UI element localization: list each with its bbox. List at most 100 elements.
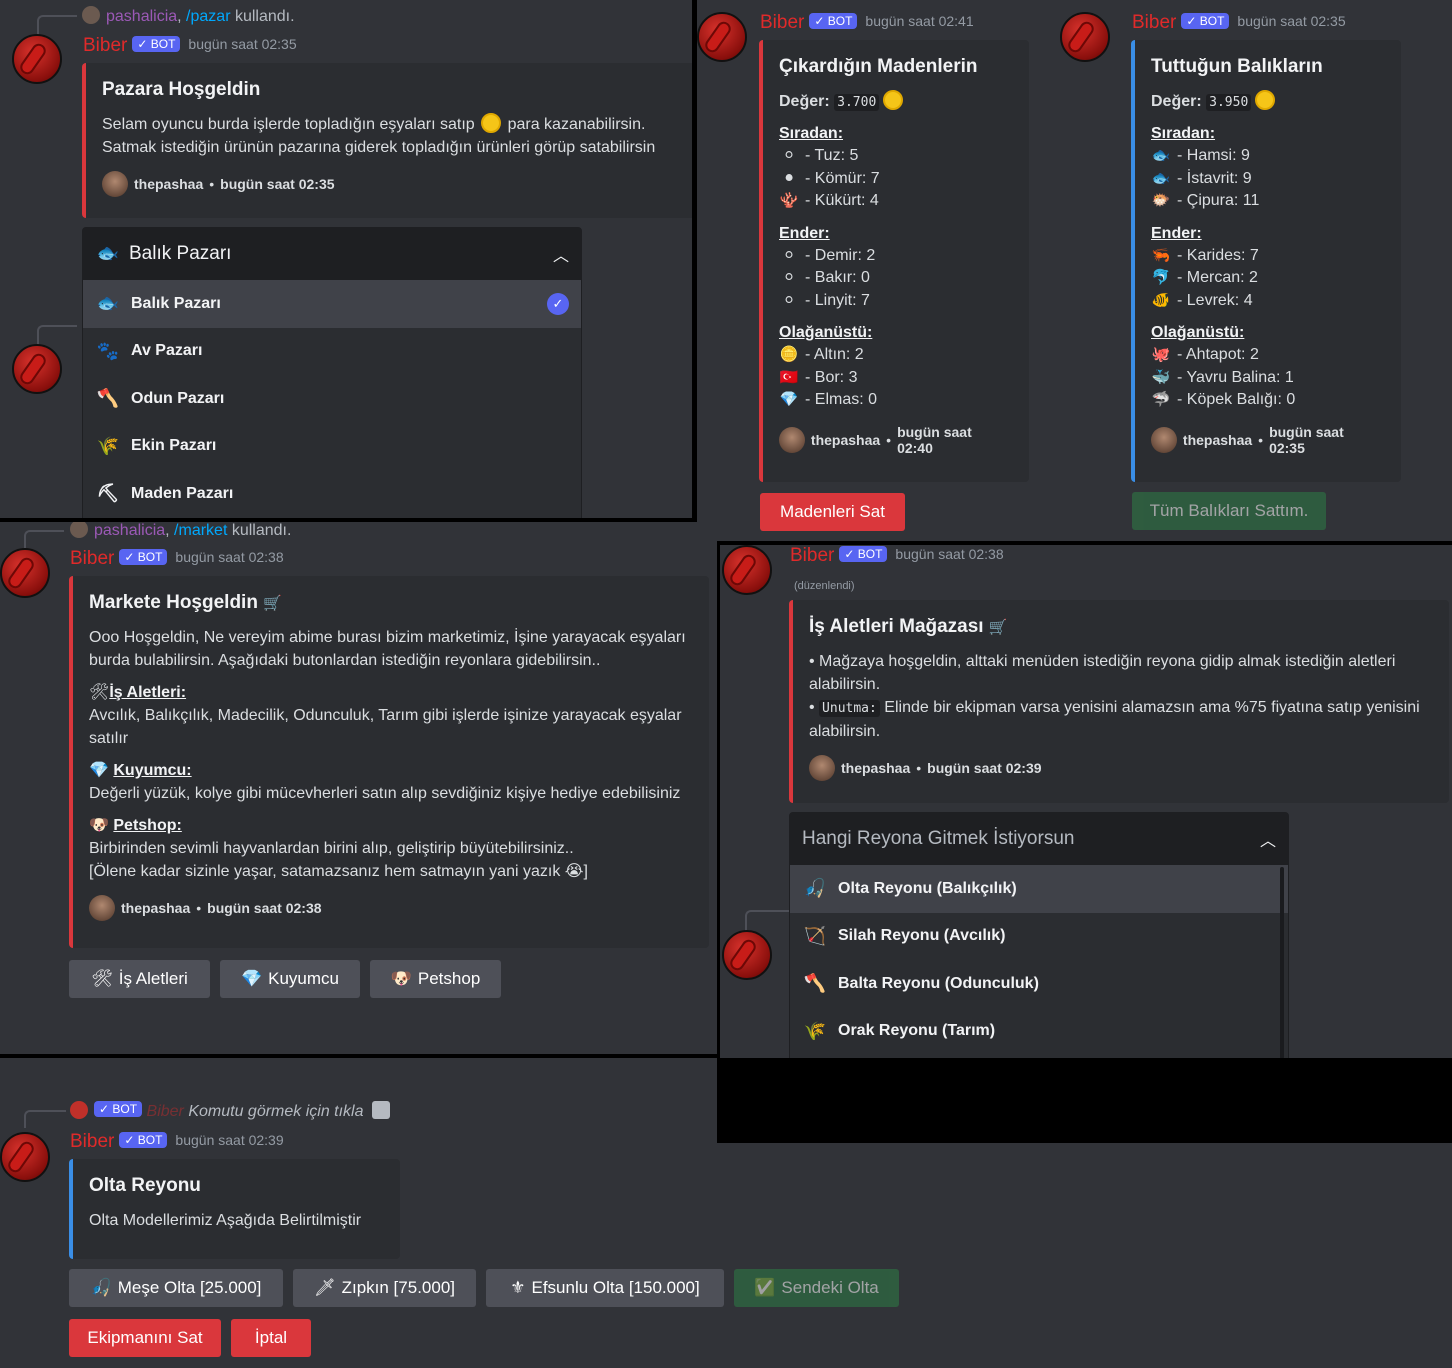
footer-avatar — [1151, 426, 1177, 453]
option-label: Ekin Pazarı — [131, 437, 217, 455]
footer-time: bugün saat 02:38 — [207, 900, 322, 916]
sell-mines-button[interactable]: Madenleri Sat — [760, 493, 905, 531]
value-line: Değer: 3.700 — [779, 90, 1011, 114]
option-label: Av Pazarı — [131, 342, 203, 360]
fleur-icon: ⚜ — [510, 1278, 526, 1297]
bot-name[interactable]: Biber — [83, 35, 127, 56]
select-option[interactable]: 🪓 Balta Reyonu (Odunculuk) — [790, 960, 1288, 1008]
bot-name[interactable]: Biber — [1132, 12, 1176, 33]
coin-icon — [481, 113, 502, 133]
item-text: - Elmas: 0 — [805, 391, 878, 408]
crying-face-icon: 😭 — [564, 863, 584, 880]
select-option[interactable]: 🎣 Olta Reyonu (Balıkçılık) — [790, 865, 1288, 913]
bot-name[interactable]: Biber — [70, 1131, 114, 1152]
select-option[interactable]: 🌾 Ekin Pazarı — [83, 423, 581, 471]
embed-line1: • Mağzaya hoşgeldin, alttaki menüden ist… — [809, 653, 1396, 693]
bot-avatar[interactable] — [12, 344, 62, 394]
bot-name[interactable]: Biber — [790, 545, 834, 566]
option-label: Balta Reyonu (Odunculuk) — [838, 974, 1039, 992]
sold-fish-button[interactable]: Tüm Balıkları Sattım. — [1132, 492, 1326, 530]
chevron-up-icon[interactable]: ︿ — [553, 242, 569, 266]
item-icon: ⚪ — [782, 269, 796, 286]
select-option[interactable]: ⛏ Maden Pazarı — [83, 470, 581, 518]
option-label: Odun Pazarı — [131, 389, 225, 407]
check-box-icon: ✅ — [754, 1278, 776, 1297]
reply-user[interactable]: Biber — [147, 1103, 184, 1120]
item-text: - Bor: 3 — [805, 368, 858, 386]
item-row: 🐡 - Çipura: 11 — [1151, 190, 1383, 213]
button-label: Meşe Olta [25.000] — [117, 1278, 262, 1297]
reply-line[interactable]: pashalicia, /pazar kullandı. — [82, 6, 295, 26]
bot-avatar[interactable] — [697, 12, 747, 62]
select-option[interactable]: 🪓 Odun Pazarı — [83, 375, 581, 423]
bot-badge: ✓ BOT — [119, 549, 168, 565]
embed-line1b: para kazanabilirsin. — [507, 116, 646, 133]
panel-inventory: Biber ✓ BOT bugün saat 02:41 Çıkardığın Ma… — [697, 0, 1452, 541]
bot-name[interactable]: Biber — [760, 12, 804, 33]
scrollbar[interactable] — [1280, 867, 1284, 1059]
cart-icon: 🛒 — [263, 595, 282, 612]
section-label: Sıradan: — [779, 125, 844, 142]
cancel-button[interactable]: İptal — [231, 1319, 311, 1357]
item-row: 🦐 - Karides: 7 — [1151, 245, 1383, 268]
select-option[interactable]: 🐟 Balık Pazarı ✓ — [83, 280, 581, 328]
footer-user: thepashaa — [121, 900, 191, 916]
item-row: 🦈 - Köpek Balığı: 0 — [1151, 389, 1383, 412]
embed-title: Markete Hoşgeldin 🛒 — [89, 592, 691, 614]
fish-icon: 🐟 — [96, 243, 120, 263]
select-header[interactable]: Hangi Reyona Gitmek İstiyorsun ︿ — [790, 813, 1288, 865]
embed: Olta Reyonu Olta Modellerimiz Aşağıda Be… — [69, 1159, 400, 1259]
panel-tools-store: Biber ✓ BOT bugün saat 02:38 (düzenlendi) … — [720, 545, 1452, 1140]
enchanted-rod-button[interactable]: ⚜ Efsunlu Olta [150.000] — [486, 1269, 724, 1307]
item-text: - Ahtapot: 2 — [1177, 346, 1259, 363]
petshop-button[interactable]: 🐶 Petshop — [370, 960, 501, 998]
option-label: Maden Pazarı — [131, 484, 234, 502]
select-header[interactable]: 🐟 Balık Pazarı ︿ — [83, 228, 581, 280]
reply-line[interactable]: ✓ BOT Biber Komutu görmek için tıkla — [70, 1101, 390, 1121]
reply-line[interactable]: pashalicia, /market kullandı. — [70, 522, 291, 540]
oak-rod-button[interactable]: 🎣 Meşe Olta [25.000] — [69, 1269, 283, 1307]
button-label: Sendeki Olta — [781, 1278, 879, 1297]
sell-equipment-button[interactable]: Ekipmanını Sat — [69, 1319, 221, 1357]
dog-icon: 🐶 — [89, 817, 109, 834]
item-row: 🪸 - Kükürt: 4 — [779, 190, 1011, 213]
bot-avatar[interactable] — [722, 545, 772, 595]
reply-command[interactable]: /market — [174, 522, 227, 539]
bot-avatar[interactable] — [1060, 12, 1110, 62]
footer-time: bugün saat 02:39 — [927, 760, 1042, 776]
value-amount: 3.700 — [834, 94, 880, 111]
panel-pazar: pashalicia, /pazar kullandı. Biber ✓ BOT b… — [0, 0, 692, 518]
reply-user[interactable]: pashalicia — [106, 8, 177, 25]
market-select[interactable]: 🐟 Balık Pazarı ︿ 🐟 Balık Pazarı ✓ 🐾 Av Pazarı 🪓… — [82, 227, 582, 518]
select-option[interactable]: 🏹 Silah Reyonu (Avcılık) — [790, 913, 1288, 961]
item-text: - Bakır: 0 — [805, 269, 870, 286]
bot-avatar[interactable] — [0, 548, 50, 598]
bot-avatar[interactable] — [0, 1132, 50, 1182]
bot-badge: ✓ BOT — [132, 36, 181, 52]
bot-avatar[interactable] — [722, 930, 772, 980]
select-option[interactable]: 🌾 Orak Reyonu (Tarım) — [790, 1008, 1288, 1056]
bot-name[interactable]: Biber — [70, 548, 114, 569]
bot-avatar[interactable] — [12, 34, 62, 84]
item-icon: ⚪ — [782, 291, 796, 309]
item-icon: 🇹🇷 — [779, 368, 799, 386]
item-icon: 🪙 — [779, 346, 799, 363]
button-label: İş Aletleri — [118, 969, 188, 988]
your-rod-button[interactable]: ✅ Sendeki Olta — [734, 1269, 899, 1307]
chevron-up-icon[interactable]: ︿ — [1260, 827, 1276, 851]
tools-button[interactable]: 🛠 İş Aletleri — [69, 960, 210, 998]
select-option[interactable]: 🐾 Av Pazarı — [83, 328, 581, 376]
section-petshop: 🐶 Petshop: — [89, 814, 691, 837]
reply-text[interactable]: Komutu görmek için tıkla — [188, 1103, 363, 1120]
timestamp: bugün saat 02:38 — [895, 546, 1004, 562]
reply-command[interactable]: /pazar — [186, 8, 230, 25]
edited-label: (düzenlendi) — [794, 580, 855, 592]
fishing-rod-icon: 🎣 — [90, 1278, 112, 1297]
jeweler-button[interactable]: 💎 Kuyumcu — [220, 960, 360, 998]
item-icon: 🦐 — [1151, 246, 1171, 264]
harpoon-button[interactable]: 🗡 Zıpkın [75.000] — [293, 1269, 476, 1307]
reply-user[interactable]: pashalicia — [94, 522, 165, 539]
section-text: Avcılık, Balıkçılık, Madecilik, Odunculu… — [89, 707, 682, 747]
section-label: Ender: — [779, 224, 830, 242]
item-row: 🐬 - Mercan: 2 — [1151, 267, 1383, 290]
